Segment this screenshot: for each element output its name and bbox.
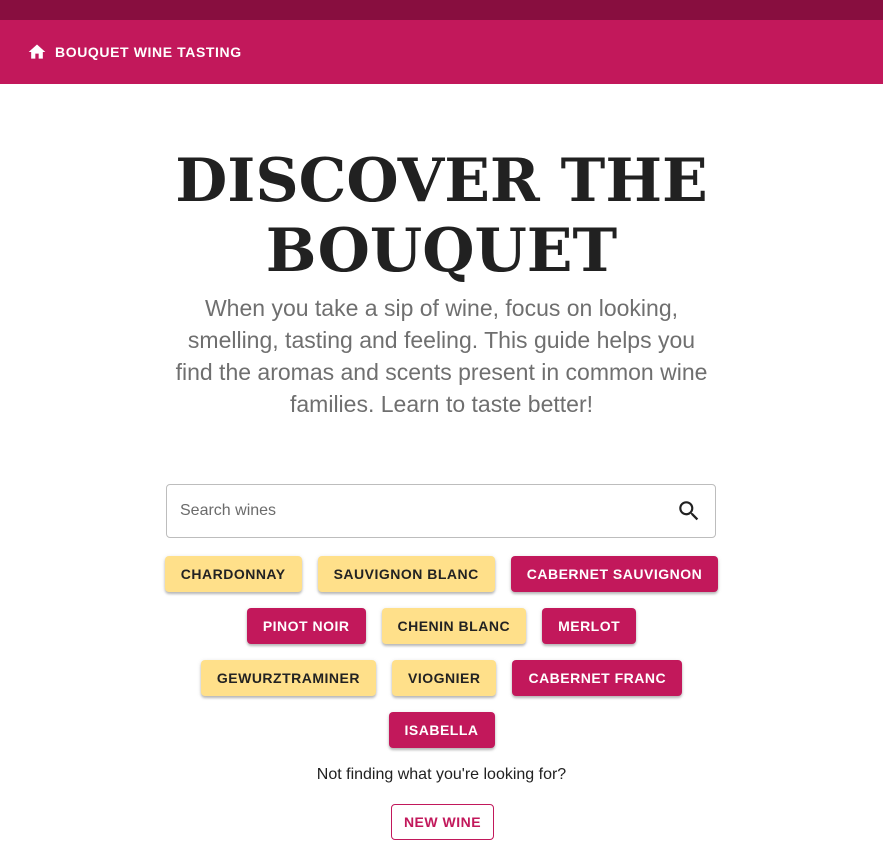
wine-chip-cabernet-sauvignon[interactable]: CABERNET SAUVIGNON	[510, 556, 719, 592]
search-input[interactable]	[167, 485, 676, 537]
wine-chip-row-2: PINOT NOIR CHENIN BLANC MERLOT	[0, 608, 883, 644]
hero-title-line-1: DISCOVER THE	[175, 146, 708, 216]
hero-title: DISCOVER THE BOUQUET	[0, 146, 883, 286]
new-wine-button[interactable]: NEW WINE	[391, 804, 494, 840]
wine-chip-gewurztraminer[interactable]: GEWURZTRAMINER	[200, 660, 376, 696]
wine-chip-row-3: GEWURZTRAMINER VIOGNIER CABERNET FRANC	[0, 660, 883, 696]
hero-subtitle: When you take a sip of wine, focus on lo…	[175, 295, 708, 417]
wine-chip-sauvignon-blanc[interactable]: SAUVIGNON BLANC	[317, 556, 495, 592]
wine-chip-pinot-noir[interactable]: PINOT NOIR	[246, 608, 366, 644]
wine-chip-merlot[interactable]: MERLOT	[542, 608, 637, 644]
wine-chip-row-1: CHARDONNAY SAUVIGNON BLANC CABERNET SAUV…	[0, 556, 883, 592]
search-box	[166, 484, 716, 538]
app-title: BOUQUET WINE TASTING	[55, 44, 242, 60]
wine-chip-chenin-blanc[interactable]: CHENIN BLANC	[381, 608, 527, 644]
wine-chip-chardonnay[interactable]: CHARDONNAY	[164, 556, 302, 592]
wine-chip-viognier[interactable]: VIOGNIER	[391, 660, 497, 696]
wine-chip-row-4: ISABELLA	[0, 712, 883, 748]
app-bar: BOUQUET WINE TASTING	[0, 20, 883, 84]
wine-chip-isabella[interactable]: ISABELLA	[388, 712, 495, 748]
home-icon	[28, 44, 46, 59]
wine-chip-cabernet-franc[interactable]: CABERNET FRANC	[512, 660, 683, 696]
status-strip	[0, 0, 883, 20]
hero-title-line-2: BOUQUET	[265, 216, 618, 286]
home-link[interactable]: BOUQUET WINE TASTING	[27, 42, 242, 62]
search-icon[interactable]	[676, 498, 702, 524]
not-finding-text: Not finding what you're looking for?	[316, 766, 567, 783]
